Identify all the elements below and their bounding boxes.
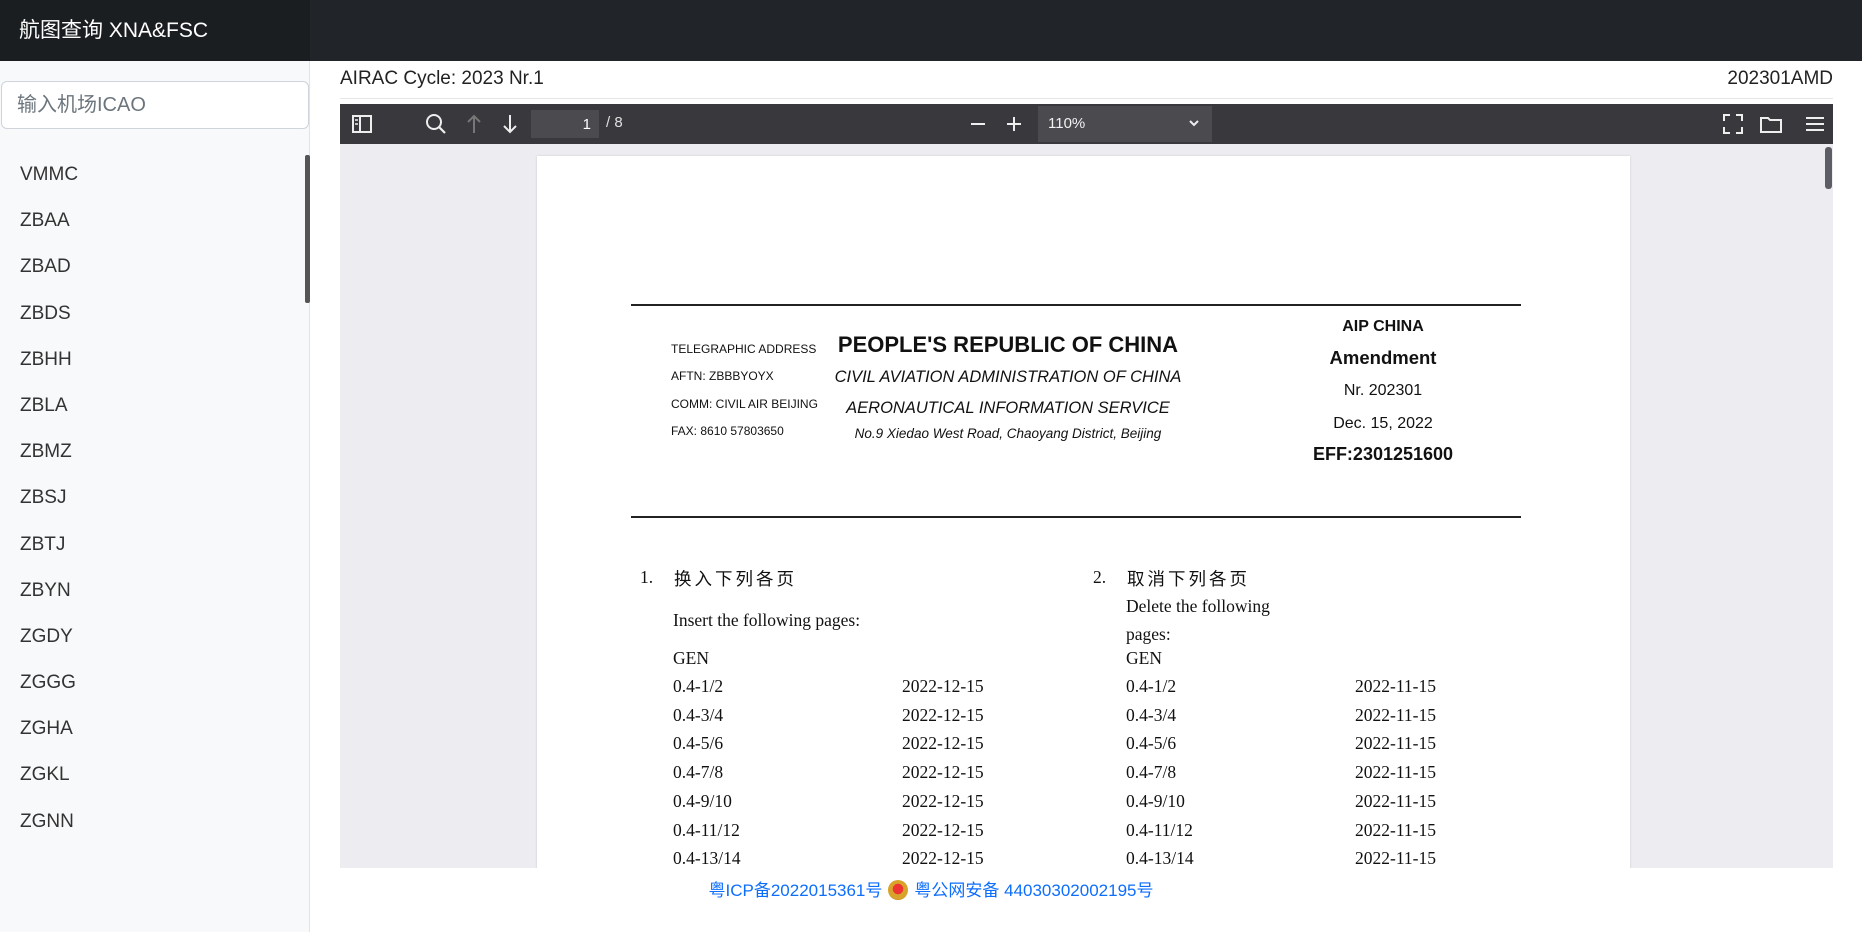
sidebar-toggle-icon[interactable] [350, 112, 374, 136]
airport-item[interactable]: ZBSJ [0, 475, 300, 521]
section2-title-cn: 取消下列各页 [1127, 569, 1250, 589]
document-id-label: 202301AMD [1727, 68, 1833, 89]
page-reference: 0.4-7/8 [1126, 762, 1177, 783]
ais-address: No.9 Xiedao West Road, Chaoyang District… [854, 426, 1162, 441]
pdf-page: TELEGRAPHIC ADDRESS AFTN: ZBBBYOYX COMM:… [537, 156, 1630, 868]
folder-icon[interactable] [1759, 112, 1783, 136]
page-date: 2022-12-15 [902, 790, 984, 811]
page-number-input[interactable] [531, 110, 599, 138]
airport-item[interactable]: ZGNN [0, 799, 300, 845]
airport-item[interactable]: ZBAA [0, 198, 300, 244]
ais-name: AERONAUTICAL INFORMATION SERVICE [846, 399, 1170, 417]
fax-number: FAX: 8610 57803650 [671, 424, 784, 438]
page-reference: 0.4-3/4 [1126, 704, 1177, 725]
page-reference: 0.4-13/14 [1126, 848, 1194, 868]
airport-item[interactable]: VMMC [0, 152, 300, 198]
page-date: 2022-12-15 [902, 819, 984, 840]
airport-item[interactable]: ZBLA [0, 383, 300, 429]
caac-name: CIVIL AVIATION ADMINISTRATION OF CHINA [834, 368, 1182, 386]
plus-icon[interactable] [1002, 112, 1026, 136]
brand-title[interactable]: 航图查询 XNA&FSC [0, 0, 310, 61]
pdf-scrollbar[interactable] [1825, 147, 1832, 189]
page-reference: 0.4-9/10 [673, 790, 732, 811]
search-icon[interactable] [424, 112, 448, 136]
police-emblem-icon [888, 880, 909, 900]
aip-label: AIP CHINA [1342, 318, 1424, 335]
page-date: 2022-12-15 [902, 848, 984, 868]
airport-item[interactable]: ZBAD [0, 244, 300, 290]
airport-list: VMMC ZBAA ZBAD ZBDS ZBHH ZBLA ZBMZ ZBSJ ZBTJ ZBYN… [0, 152, 300, 870]
page-date: 2022-11-15 [1355, 790, 1437, 811]
sidebar-scrollbar[interactable] [305, 155, 310, 303]
section1-title-en: Insert the following pages: [673, 610, 861, 630]
menu-icon[interactable] [1803, 112, 1827, 136]
page-reference: 0.4-13/14 [673, 848, 741, 868]
page-reference: 0.4-11/12 [673, 819, 740, 840]
airport-item[interactable]: ZGDY [0, 614, 300, 660]
airport-item[interactable]: ZBTJ [0, 522, 300, 568]
section1-number: 1. [640, 567, 654, 587]
section2-number: 2. [1093, 567, 1107, 587]
page-date: 2022-11-15 [1355, 704, 1437, 725]
page-date: 2022-12-15 [902, 762, 984, 783]
page-date: 2022-11-15 [1355, 848, 1437, 868]
page-date: 2022-12-15 [902, 676, 984, 696]
airport-item[interactable]: ZGGG [0, 660, 300, 706]
page-date: 2022-12-15 [902, 704, 984, 725]
pdf-viewer: / 8 110% TELEGRAPHIC ADDRESS AFTN: ZBBBY… [340, 104, 1833, 868]
section2-group: GEN [1126, 648, 1162, 668]
airport-item[interactable]: ZBDS [0, 291, 300, 337]
section1-group: GEN [673, 648, 709, 668]
footer: 粤ICP备2022015361号 粤公网安备 44030302002195号 [0, 876, 1862, 901]
pdf-toolbar: / 8 110% [340, 104, 1833, 144]
header-rule-top [631, 304, 1521, 306]
arrow-up-icon[interactable] [462, 112, 486, 136]
page-date: 2022-11-15 [1355, 819, 1437, 840]
airport-item[interactable]: ZGHA [0, 706, 300, 752]
page-count: / 8 [606, 114, 623, 131]
page-reference: 0.4-1/2 [1126, 676, 1177, 696]
airport-item[interactable]: ZBYN [0, 568, 300, 614]
icao-search-input[interactable] [1, 81, 309, 129]
section1-title-cn: 换入下列各页 [674, 569, 797, 589]
minus-icon[interactable] [966, 112, 990, 136]
page-reference: 0.4-7/8 [673, 762, 724, 783]
amendment-label: Amendment [1329, 347, 1437, 368]
police-link[interactable]: 粤公网安备 44030302002195号 [914, 881, 1153, 900]
section2-title-en: Delete the following [1126, 596, 1270, 616]
effective-date: EFF:2301251600 [1312, 444, 1454, 464]
amendment-date: Dec. 15, 2022 [1333, 415, 1433, 432]
fullscreen-icon[interactable] [1721, 112, 1745, 136]
page-reference: 0.4-1/2 [673, 676, 724, 696]
airport-item[interactable]: ZGKL [0, 752, 300, 798]
doc-title: PEOPLE'S REPUBLIC OF CHINA [837, 332, 1179, 357]
page-date: 2022-11-15 [1355, 762, 1437, 783]
airport-item[interactable]: ZBHH [0, 337, 300, 383]
page-reference: 0.4-11/12 [1126, 819, 1193, 840]
arrow-down-icon[interactable] [498, 112, 522, 136]
page-reference: 0.4-3/4 [673, 704, 724, 725]
page-reference: 0.4-5/6 [1126, 733, 1177, 754]
page-reference: 0.4-9/10 [1126, 790, 1185, 811]
icp-link[interactable]: 粤ICP备2022015361号 [709, 881, 883, 900]
section2-title-en-cont: pages: [1126, 624, 1171, 644]
chevron-down-icon [1188, 106, 1200, 156]
aftn-address: AFTN: ZBBBYOYX [671, 369, 774, 383]
airac-cycle-label: AIRAC Cycle: 2023 Nr.1 [340, 68, 544, 89]
page-date: 2022-11-15 [1355, 733, 1437, 754]
header-rule-bottom [631, 516, 1521, 518]
page-date: 2022-12-15 [902, 733, 984, 754]
amendment-number: Nr. 202301 [1343, 382, 1423, 399]
page-date: 2022-11-15 [1355, 676, 1437, 696]
airport-item[interactable]: ZBMZ [0, 429, 300, 475]
zoom-value: 110% [1048, 115, 1086, 132]
zoom-select[interactable]: 110% [1038, 106, 1212, 142]
top-navbar: 航图查询 XNA&FSC [0, 0, 1862, 61]
airac-info-bar: AIRAC Cycle: 2023 Nr.1 202301AMD [340, 62, 1833, 99]
page-reference: 0.4-5/6 [673, 733, 724, 754]
